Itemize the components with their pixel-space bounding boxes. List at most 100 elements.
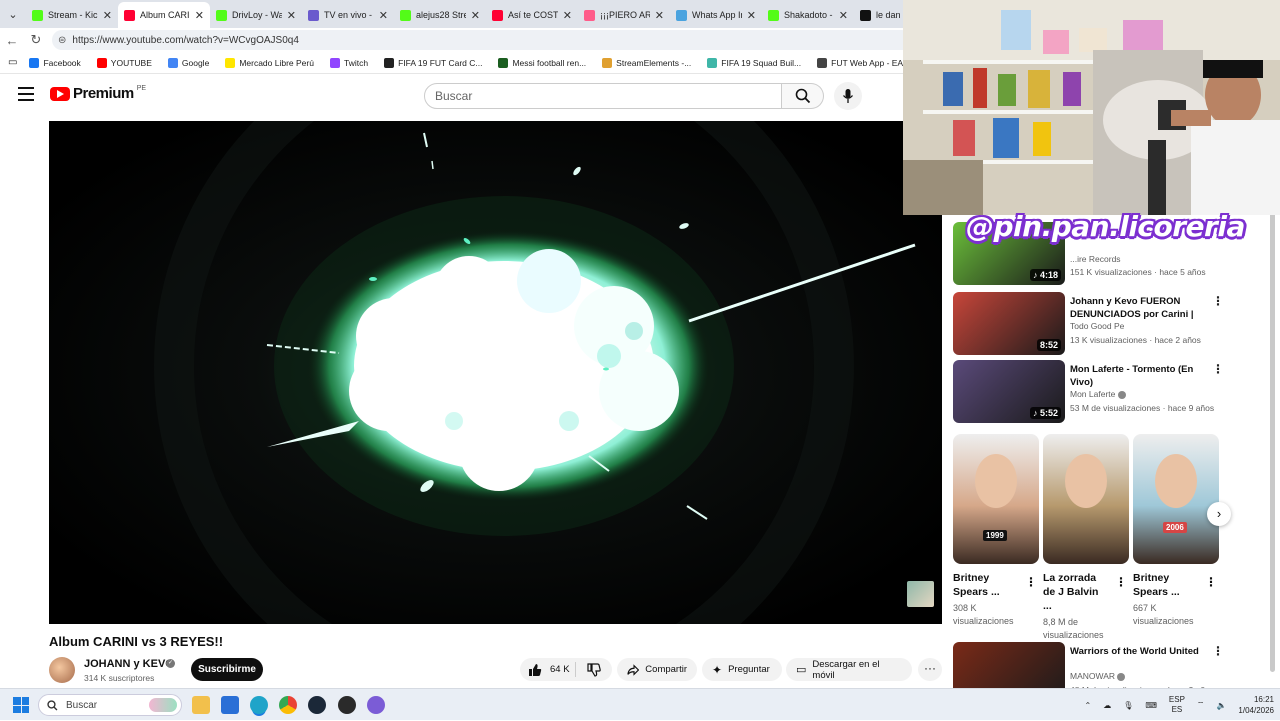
recommended-video[interactable]: 8:52 Johann y Kevo FUERON DENUNCIADOS por… [953,292,1253,356]
shorts-next-arrow-icon[interactable]: › [1207,502,1231,526]
more-options-icon[interactable]: ⋮ [1205,575,1217,589]
tab-close-icon[interactable]: ✕ [655,9,664,22]
browser-tab[interactable]: DrivLoy - Watc ✕ [210,2,302,28]
browser-tab[interactable]: Stream - Kick D ✕ [26,2,118,28]
chevron-up-icon[interactable]: ⌃ [1084,701,1091,710]
steam-icon[interactable] [308,696,326,714]
discord-icon[interactable] [367,696,385,714]
browser-tab[interactable]: Whats App Imi ✕ [670,2,762,28]
more-actions-button[interactable]: ··· [918,658,942,681]
bookmark-item[interactable]: FIFA 19 FUT Card C... [384,57,482,68]
chrome-icon[interactable] [279,696,297,714]
short-thumbnail[interactable] [1043,434,1129,564]
menu-icon[interactable] [18,87,34,101]
search-input[interactable]: Buscar [424,83,782,109]
microphone-icon[interactable]: 🎙 [1123,701,1133,710]
channel-name[interactable]: ...ire Records [1070,254,1121,264]
search-box: Buscar [424,82,862,110]
recommended-video[interactable]: ♪ 5:52 Mon Laferte - Tormento (En Vivo) Mo… [953,360,1253,424]
clock[interactable]: 16:21 1/04/2026 [1238,694,1274,716]
input-language[interactable]: ESP ES [1169,695,1185,715]
voice-search-button[interactable] [834,82,862,110]
taskbar-search[interactable]: Buscar [38,694,182,716]
bookmark-item[interactable]: YOUTUBE [96,57,152,68]
video-title[interactable]: Johann y Kevo FUERON DENUNCIADOS por Car… [1070,295,1210,321]
tab-close-icon[interactable]: ✕ [195,9,204,22]
store-icon[interactable] [221,696,239,714]
tab-title: Album CARINI [140,10,190,20]
short-title[interactable]: Britney Spears ... [953,571,1019,599]
video-title[interactable]: Warriors of the World United [1070,645,1210,658]
bookmark-item[interactable]: Mercado Libre Perú [225,57,314,68]
tab-close-icon[interactable]: ✕ [471,9,480,22]
file-explorer-icon[interactable] [192,696,210,714]
bookmark-item[interactable]: Google [167,57,209,68]
browser-tab[interactable]: alejus28 Strean ✕ [394,2,486,28]
ask-button[interactable]: ✦ Preguntar [702,658,782,681]
network-cloud-icon[interactable]: ☁ [1103,701,1111,710]
short-card[interactable]: 1999 Britney Spears ... ⋮ 308 K visualizaci… [953,434,1039,628]
video-thumbnail[interactable]: 8:52 [953,292,1065,355]
more-options-icon[interactable]: ⋮ [1212,644,1224,658]
download-on-mobile-button[interactable]: ▭ Descargar en el móvil [786,658,912,681]
apps-icon[interactable]: ▭ [8,57,17,68]
windows-start-icon[interactable] [13,697,29,713]
short-thumbnail[interactable]: 1999 [953,434,1039,564]
short-title[interactable]: La zorrada de J Balvin ... [1043,571,1109,613]
channel-avatar[interactable] [49,657,75,683]
more-options-icon[interactable]: ⋮ [1212,362,1224,376]
browser-tab[interactable]: Album CARINI ✕ [118,2,210,28]
bookmark-item[interactable]: FUT Web App - EA... [817,57,910,68]
more-options-icon[interactable]: ⋮ [1212,294,1224,308]
search-icon [795,88,810,104]
short-title[interactable]: Britney Spears ... [1133,571,1199,599]
tab-close-icon[interactable]: ✕ [103,9,112,22]
browser-tab[interactable]: Shakadoto - W ✕ [762,2,854,28]
obs-icon[interactable] [338,696,356,714]
channel-name[interactable]: Mon Laferte [1070,389,1126,399]
browser-tab[interactable]: ¡¡¡PIERO AREN ✕ [578,2,670,28]
bookmark-item[interactable]: Facebook [29,57,81,68]
tab-close-icon[interactable]: ✕ [287,9,296,22]
tab-close-icon[interactable]: ✕ [379,9,388,22]
video-title[interactable]: Mon Laferte - Tormento (En Vivo) [1070,363,1210,389]
site-info-icon[interactable]: ⊜ [58,35,66,46]
subscribe-button[interactable]: Suscribirme [191,658,263,681]
search-button[interactable] [782,83,824,109]
bookmark-item[interactable]: StreamElements -... [602,57,691,68]
bookmark-favicon-icon [817,57,828,68]
browser-tab[interactable]: TV en vivo - W ✕ [302,2,394,28]
subscriber-count: 314 K suscriptores [84,673,155,683]
bookmark-item[interactable]: Twitch [329,57,368,68]
tab-close-icon[interactable]: ✕ [839,9,848,22]
video-player[interactable] [49,121,942,624]
short-card[interactable]: 2006 Britney Spears ... ⋮ 667 K visualizaci… [1133,434,1219,628]
video-thumbnail[interactable]: ♪ 5:52 [953,360,1065,423]
bookmark-item[interactable]: Messi football ren... [498,57,586,68]
bookmark-item[interactable]: FIFA 19 Squad Buil... [707,57,801,68]
touch-keyboard-icon[interactable]: ⌨ [1145,701,1157,710]
edge-icon[interactable] [250,696,268,714]
url-field[interactable]: ⊜ https://www.youtube.com/watch?v=WCvgOA… [52,30,912,50]
short-thumbnail[interactable]: 2006 [1133,434,1219,564]
youtube-premium-logo[interactable]: Premium PE [50,85,146,102]
tab-close-icon[interactable]: ✕ [563,9,572,22]
share-button[interactable]: Compartir [617,658,697,681]
more-options-icon[interactable]: ⋮ [1025,575,1037,589]
browser-tab[interactable]: Así te COSTARA ✕ [486,2,578,28]
back-arrow-icon[interactable]: ← [0,33,24,48]
volume-icon[interactable]: 🔈 [1216,701,1226,710]
dislike-button[interactable] [576,662,612,677]
short-card[interactable]: La zorrada de J Balvin ... ⋮ 8,8 M de visu… [1043,434,1129,642]
tab-close-icon[interactable]: ✕ [747,9,756,22]
player-mini-thumbnail[interactable] [907,581,934,607]
more-options-icon[interactable]: ⋮ [1115,575,1127,589]
wifi-icon[interactable]: ⌔ [1197,700,1205,710]
channel-name[interactable]: Todo Good Pe [1070,321,1124,331]
like-button[interactable]: 64 K [520,662,576,677]
reload-icon[interactable]: ↻ [24,32,48,48]
tab-search-icon[interactable]: ⌄ [0,0,26,28]
channel-name[interactable]: MANOWAR [1070,671,1126,681]
page-scrollbar[interactable] [1270,212,1275,672]
channel-name[interactable]: JOHANN y KEVO [84,658,174,670]
